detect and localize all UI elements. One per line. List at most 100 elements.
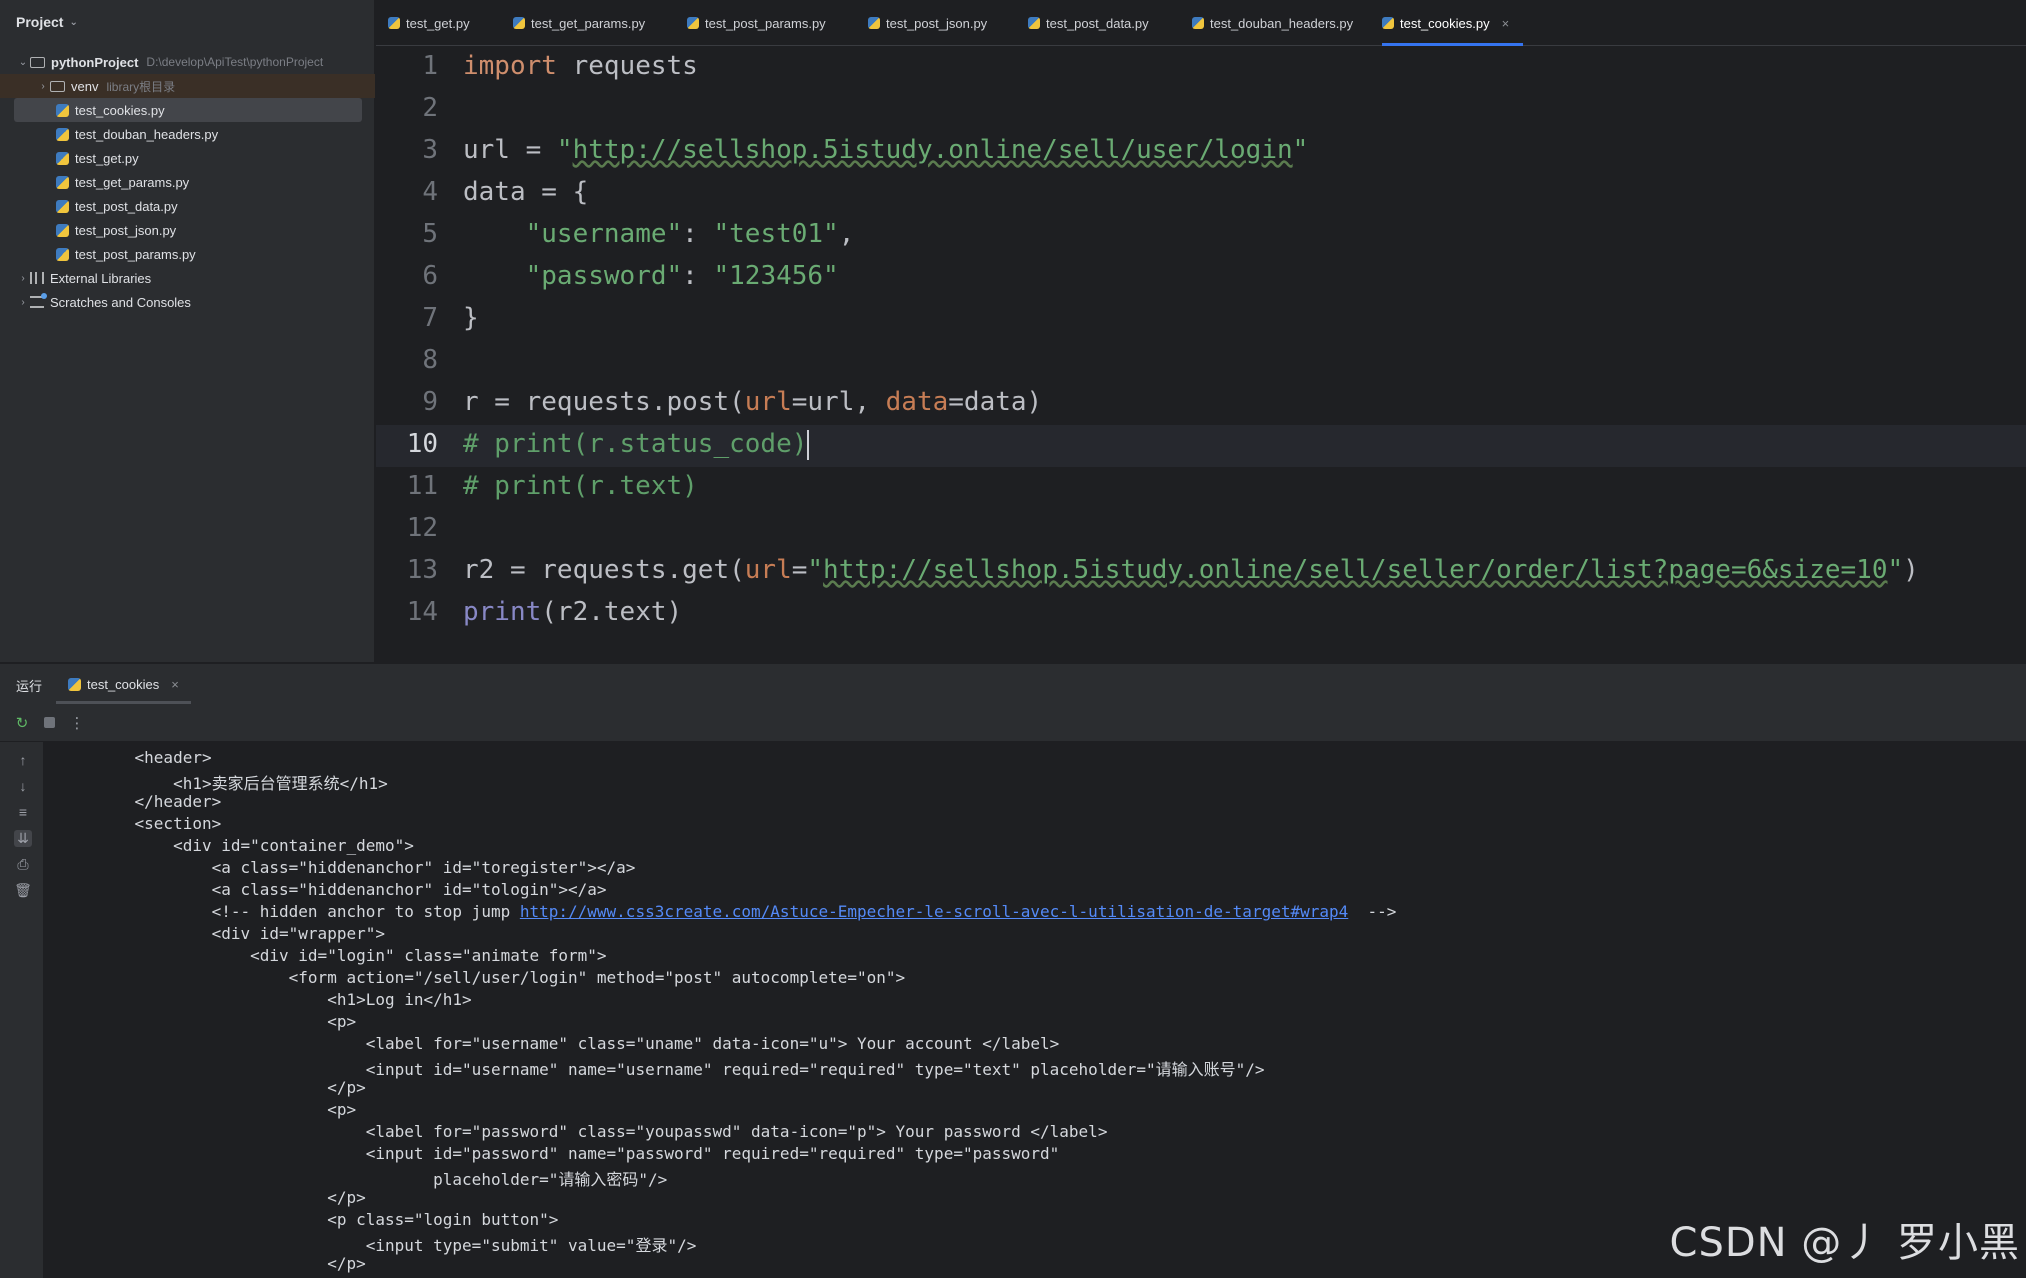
editor-tab[interactable]: test_post_params.py — [687, 0, 826, 46]
chevron-down-icon[interactable]: ⌄ — [16, 57, 30, 68]
editor-tab[interactable]: test_get_params.py — [513, 0, 645, 46]
console-line: </p> — [96, 1078, 366, 1097]
python-file-icon — [56, 223, 69, 237]
editor-tab[interactable]: test_douban_headers.py — [1192, 0, 1353, 46]
python-file-icon — [68, 677, 81, 691]
console-line: <!-- hidden anchor to stop jump http://w… — [96, 902, 1397, 921]
rerun-icon[interactable]: ↻ — [14, 714, 30, 732]
print-icon[interactable]: ⎙ — [14, 856, 32, 873]
project-root-name: pythonProject — [51, 54, 139, 70]
code-url[interactable]: http://sellshop.5istudy.online/sell/sell… — [823, 555, 1887, 585]
code-keyword: import — [463, 51, 557, 81]
console-line: <label for="password" class="youpasswd" … — [96, 1122, 1108, 1141]
code-url[interactable]: http://sellshop.5istudy.online/sell/user… — [573, 135, 1293, 165]
code-line-3: url = "http://sellshop.5istudy.online/se… — [463, 135, 1308, 165]
code-line-10: # print(r.status_code) — [463, 429, 810, 460]
tree-item-file[interactable]: test_get_params.py — [0, 170, 375, 194]
python-file-icon — [56, 175, 69, 189]
code-line-6: "password": "123456" — [463, 261, 839, 291]
editor-tab[interactable]: test_get.py — [388, 0, 470, 46]
run-side-toolbar: ↑ ↓ ≡ ⇊ ⎙ 🗑 — [0, 742, 44, 1278]
code-text: : — [682, 219, 714, 249]
arrow-down-icon[interactable]: ↓ — [14, 778, 32, 794]
editor-tab-bar: test_get.py test_get_params.py test_post… — [376, 0, 2026, 46]
code-param: data — [885, 387, 949, 417]
watermark: CSDN @丿 罗小黑 — [1669, 1220, 2020, 1266]
code-text: r2 = requests.get( — [463, 555, 745, 585]
console-link[interactable]: http://www.css3create.com/Astuce-Empeche… — [520, 902, 1348, 921]
tree-item-file[interactable]: test_post_params.py — [0, 242, 375, 266]
tree-item-file[interactable]: test_post_data.py — [0, 194, 375, 218]
tree-item-external-libraries[interactable]: › External Libraries — [0, 266, 375, 290]
console-line: <section> — [96, 814, 222, 833]
project-view-selector[interactable]: Project ⌄ — [16, 14, 78, 30]
tree-item-scratches[interactable]: › Scratches and Consoles — [0, 290, 375, 314]
chevron-right-icon[interactable]: › — [36, 81, 50, 92]
code-editor[interactable]: 1 2 3 4 5 6 7 8 9 10 11 12 13 14 import … — [376, 47, 2026, 662]
trash-icon[interactable]: 🗑 — [14, 882, 32, 899]
tab-label: test_cookies.py — [1400, 15, 1490, 31]
line-number: 12 — [406, 513, 438, 543]
python-file-icon — [56, 247, 69, 261]
code-text: } — [463, 303, 479, 333]
run-tool-window: 运行 test_cookies × ↻ ⋮ ↑ ↓ ≡ ⇊ ⎙ 🗑 <heade… — [0, 663, 2026, 1278]
line-number: 4 — [422, 177, 438, 207]
code-text: =url, — [791, 387, 886, 417]
line-number: 14 — [406, 597, 438, 627]
console-line: <a class="hiddenanchor" id="tologin"></a… — [96, 880, 607, 899]
code-line-13: r2 = requests.get(url="http://sellshop.5… — [463, 555, 1919, 585]
line-number: 9 — [422, 387, 438, 417]
code-string: "password" — [525, 261, 683, 291]
arrow-up-icon[interactable]: ↑ — [14, 752, 32, 768]
console-line: <div id="container_demo"> — [96, 836, 414, 855]
close-icon[interactable]: × — [171, 677, 179, 692]
tree-item-file[interactable]: test_post_json.py — [0, 218, 375, 242]
python-file-icon — [56, 199, 69, 213]
code-line-11: # print(r.text) — [463, 471, 698, 501]
tree-item-file[interactable]: test_get.py — [0, 146, 375, 170]
stop-icon[interactable] — [44, 717, 55, 728]
code-text: = — [791, 555, 808, 585]
chevron-right-icon[interactable]: › — [16, 273, 30, 284]
tree-item-file[interactable]: test_cookies.py — [14, 98, 362, 122]
tab-label: test_post_params.py — [705, 15, 826, 31]
line-number: 13 — [406, 555, 438, 585]
console-text: <!-- hidden anchor to stop jump — [96, 902, 520, 921]
library-icon — [30, 272, 44, 284]
chevron-right-icon[interactable]: › — [16, 297, 30, 308]
python-file-icon — [56, 127, 69, 141]
line-number-current: 10 — [406, 429, 438, 459]
console-line: <h1>Log in</h1> — [96, 990, 472, 1009]
more-options-icon[interactable]: ⋮ — [69, 714, 85, 732]
code-comment: # print(r.text) — [463, 471, 698, 501]
tab-label: test_post_data.py — [1046, 15, 1149, 31]
console-line: <input id="password" name="password" req… — [96, 1144, 1060, 1163]
code-string-quote: " — [556, 135, 573, 165]
console-output[interactable]: <header> <h1>卖家后台管理系统</h1> </header> <se… — [44, 742, 2026, 1278]
line-number: 2 — [422, 93, 438, 123]
code-builtin: print — [463, 597, 542, 627]
soft-wrap-icon[interactable]: ≡ — [14, 804, 32, 820]
tree-item-project-root[interactable]: ⌄ pythonProject D:\develop\ApiTest\pytho… — [0, 50, 375, 74]
venv-hint: library根目录 — [106, 79, 176, 94]
python-file-icon — [388, 17, 400, 29]
tab-label: test_post_json.py — [886, 15, 988, 31]
console-line: <p class="login button"> — [96, 1210, 559, 1229]
line-number: 5 — [422, 219, 438, 249]
editor-tab[interactable]: test_post_json.py — [868, 0, 987, 46]
python-file-icon — [868, 17, 880, 29]
external-libraries-label: External Libraries — [50, 270, 152, 286]
tree-item-file[interactable]: test_douban_headers.py — [0, 122, 375, 146]
scroll-to-end-icon[interactable]: ⇊ — [14, 830, 32, 847]
line-number: 6 — [422, 261, 438, 291]
tree-item-venv[interactable]: › venv library根目录 — [0, 74, 375, 98]
code-param: url — [744, 387, 792, 417]
close-icon[interactable]: × — [1502, 16, 1510, 31]
console-line: <header> — [96, 748, 212, 767]
run-tab[interactable]: test_cookies × — [56, 664, 191, 704]
editor-tab-active[interactable]: test_cookies.py × — [1382, 0, 1524, 46]
file-name: test_douban_headers.py — [75, 126, 219, 142]
editor-tab[interactable]: test_post_data.py — [1028, 0, 1149, 46]
file-name: test_get_params.py — [75, 174, 190, 190]
